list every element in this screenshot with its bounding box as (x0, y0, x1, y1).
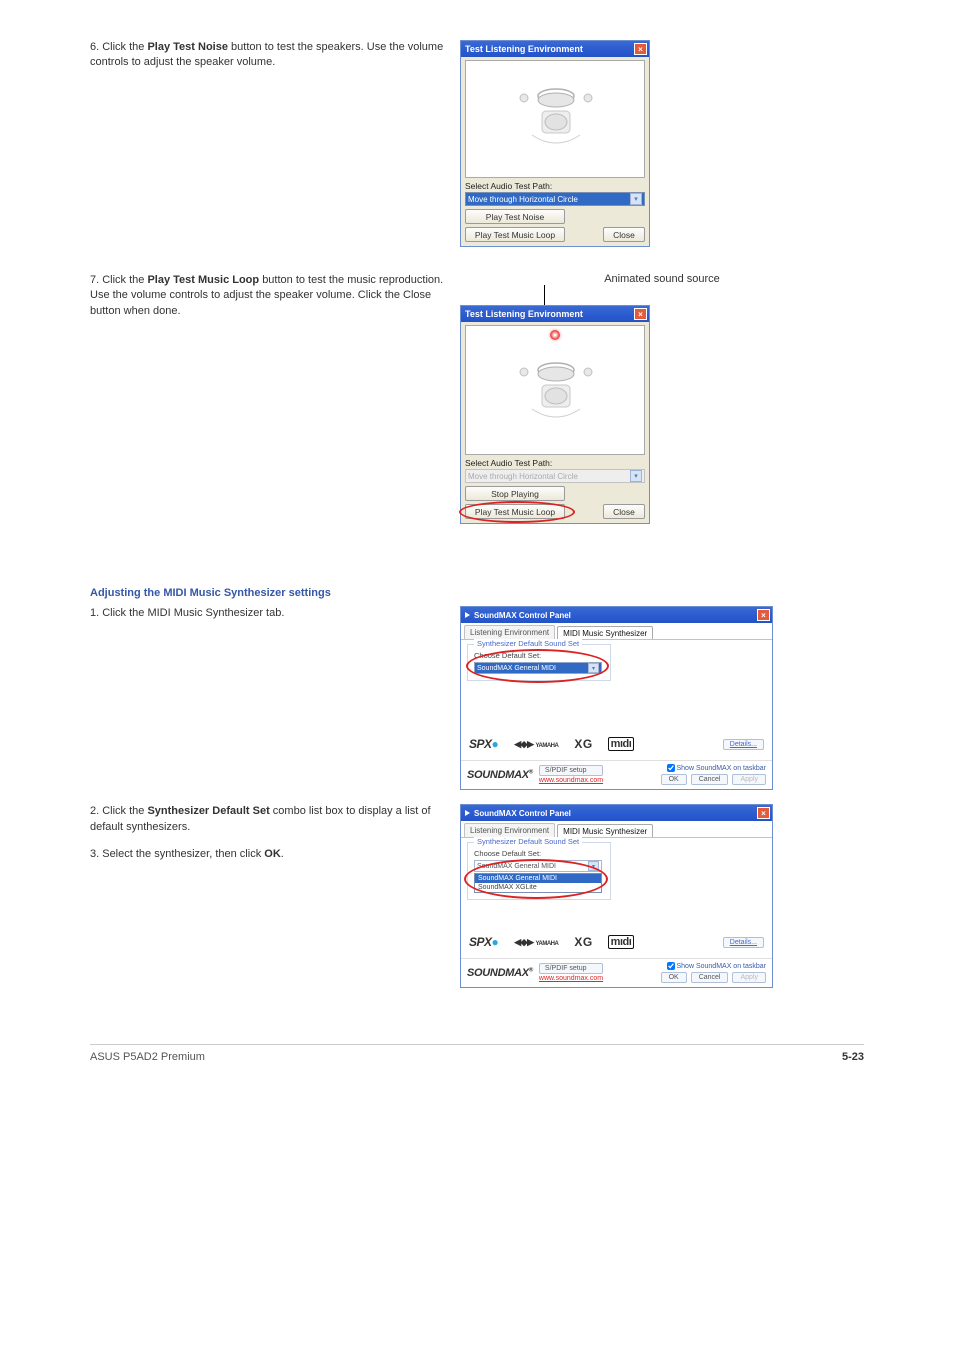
app-icon (465, 810, 470, 816)
soundmax-logo-icon: SOUNDMAX® (467, 769, 533, 781)
synth-default-group: Synthesizer Default Sound Set Choose Def… (467, 644, 611, 681)
close-icon[interactable]: × (757, 807, 770, 819)
dialog-title: SoundMAX Control Panel (474, 809, 571, 818)
soundmax-logo-icon: SOUNDMAX® (467, 967, 533, 979)
step-7-description: 7. Click the Play Test Music Loop button… (90, 273, 460, 524)
spx-logo-icon: SPX● (469, 737, 498, 751)
sound-source-caption: Animated sound source (460, 273, 864, 285)
dialog-title: Test Listening Environment (465, 309, 583, 319)
cancel-button[interactable]: Cancel (691, 972, 729, 983)
dialog-title: Test Listening Environment (465, 44, 583, 54)
play-test-loop-button[interactable]: Play Test Music Loop (465, 227, 565, 242)
ok-button[interactable]: OK (661, 972, 687, 983)
close-icon[interactable]: × (634, 43, 647, 55)
spdif-setup-button[interactable]: S/PDIF setup (539, 765, 603, 776)
close-icon[interactable]: × (634, 308, 647, 320)
chevron-down-icon[interactable]: ▾ (630, 193, 642, 205)
close-button[interactable]: Close (603, 504, 645, 519)
taskbar-checkbox[interactable]: Show SoundMAX on taskbar (667, 962, 767, 970)
chevron-down-icon: ▾ (630, 470, 642, 482)
soundmax-url[interactable]: www.soundmax.com (539, 975, 603, 982)
audio-path-select: Move through Horizontal Circle ▾ (465, 469, 645, 483)
apply-button: Apply (732, 774, 766, 785)
spx-logo-icon: SPX● (469, 935, 498, 949)
logo-row: SPX● ◀◆▶ YAMAHA XG mıdı Details... (469, 935, 764, 949)
app-icon (465, 612, 470, 618)
highlight-circle (466, 649, 609, 683)
ok-button[interactable]: OK (661, 774, 687, 785)
cancel-button[interactable]: Cancel (691, 774, 729, 785)
taskbar-checkbox[interactable]: Show SoundMAX on taskbar (667, 764, 767, 772)
highlight-circle (459, 501, 575, 523)
audio-path-label: Select Audio Test Path: (465, 181, 645, 191)
speaker-visualization (465, 60, 645, 178)
dialog-titlebar[interactable]: Test Listening Environment × (461, 306, 649, 322)
page-number: 5-23 (842, 1051, 864, 1063)
xg-logo-icon: XG (574, 737, 591, 751)
stop-playing-button[interactable]: Stop Playing (465, 486, 565, 501)
audio-path-select[interactable]: Move through Horizontal Circle ▾ (465, 192, 645, 206)
yamaha-logo-icon: ◀◆▶ YAMAHA (514, 739, 558, 750)
midi-steps-2: 2. Click the Synthesizer Default Set com… (90, 804, 460, 988)
dialog-title: SoundMAX Control Panel (474, 611, 571, 620)
footer-section: ASUS P5AD2 Premium (90, 1051, 205, 1063)
highlight-circle (464, 859, 608, 899)
details-button[interactable]: Details... (723, 739, 764, 750)
midi-steps-12: 1. Click the MIDI Music Synthesizer tab. (90, 606, 460, 790)
step-6-description: 6. Click the Play Test Noise button to t… (90, 40, 460, 77)
apply-button: Apply (732, 972, 766, 983)
tab-listening-environment[interactable]: Listening Environment (464, 823, 555, 837)
test-listening-dialog: Test Listening Environment × Select Aud (460, 40, 650, 247)
soundmax-url[interactable]: www.soundmax.com (539, 777, 603, 784)
tab-listening-environment[interactable]: Listening Environment (464, 625, 555, 639)
logo-row: SPX● ◀◆▶ YAMAHA XG mıdı Details... (469, 737, 764, 751)
test-listening-dialog-playing: Test Listening Environment × (460, 305, 650, 524)
close-button[interactable]: Close (603, 227, 645, 242)
yamaha-logo-icon: ◀◆▶ YAMAHA (514, 937, 558, 948)
synth-default-group: Synthesizer Default Sound Set Choose Def… (467, 842, 611, 900)
tab-midi-synth[interactable]: MIDI Music Synthesizer (557, 626, 653, 640)
midi-logo-icon: mıdı (608, 935, 635, 949)
details-button[interactable]: Details... (723, 937, 764, 948)
dialog-titlebar[interactable]: Test Listening Environment × (461, 41, 649, 57)
spdif-setup-button[interactable]: S/PDIF setup (539, 963, 603, 974)
tab-midi-synth[interactable]: MIDI Music Synthesizer (557, 824, 653, 838)
play-test-noise-button[interactable]: Play Test Noise (465, 209, 565, 224)
audio-path-label: Select Audio Test Path: (465, 458, 645, 468)
close-icon[interactable]: × (757, 609, 770, 621)
midi-logo-icon: mıdı (608, 737, 635, 751)
soundmax-control-panel: SoundMAX Control Panel × Listening Envir… (460, 606, 773, 790)
soundmax-control-panel-open: SoundMAX Control Panel × Listening Envir… (460, 804, 773, 988)
speaker-visualization (465, 325, 645, 455)
xg-logo-icon: XG (574, 935, 591, 949)
midi-heading: Adjusting the MIDI Music Synthesizer set… (90, 586, 864, 600)
